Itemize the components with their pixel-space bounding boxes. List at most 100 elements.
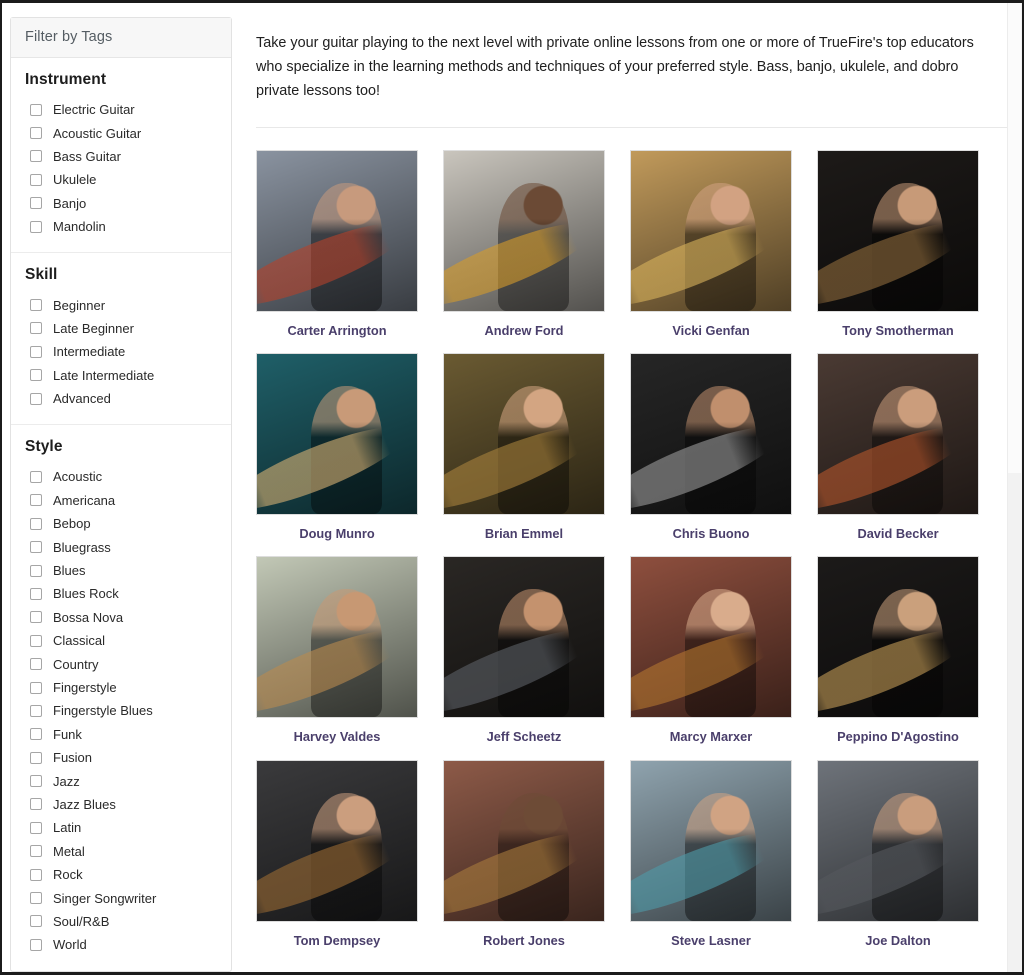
checkbox-icon[interactable] [30, 564, 42, 577]
filter-option-banjo[interactable]: Banjo [25, 192, 217, 215]
instructor-card[interactable]: Chris Buono [630, 352, 792, 556]
checkbox-icon[interactable] [30, 197, 42, 210]
checkbox-icon[interactable] [30, 775, 42, 788]
checkbox-icon[interactable] [30, 704, 42, 717]
instructor-card[interactable]: Joe Dalton [817, 759, 979, 963]
instructor-name-link[interactable]: Tony Smotherman [817, 312, 979, 353]
checkbox-icon[interactable] [30, 798, 42, 811]
instructor-card[interactable]: Tom Dempsey [256, 759, 418, 963]
filter-option-soul-r-b[interactable]: Soul/R&B [25, 910, 217, 933]
instructor-card[interactable]: Harvey Valdes [256, 556, 418, 759]
instructor-photo[interactable] [630, 556, 792, 719]
instructor-photo[interactable] [817, 556, 979, 719]
filter-option-fingerstyle-blues[interactable]: Fingerstyle Blues [25, 699, 217, 722]
checkbox-icon[interactable] [30, 634, 42, 647]
filter-option-ukulele[interactable]: Ukulele [25, 168, 217, 191]
checkbox-icon[interactable] [30, 150, 42, 163]
instructor-photo[interactable] [630, 352, 792, 515]
filter-option-bebop[interactable]: Bebop [25, 512, 217, 535]
checkbox-icon[interactable] [30, 658, 42, 671]
instructor-card[interactable]: Tony Smotherman [817, 149, 979, 353]
instructor-name-link[interactable]: Joe Dalton [817, 922, 979, 963]
instructor-photo[interactable] [256, 759, 418, 922]
filter-option-world[interactable]: World [25, 933, 217, 956]
checkbox-icon[interactable] [30, 127, 42, 140]
checkbox-icon[interactable] [30, 392, 42, 405]
instructor-name-link[interactable]: Vicki Genfan [630, 312, 792, 353]
instructor-name-link[interactable]: David Becker [817, 515, 979, 556]
checkbox-icon[interactable] [30, 868, 42, 881]
filter-option-bass-guitar[interactable]: Bass Guitar [25, 145, 217, 168]
filter-option-electric-guitar[interactable]: Electric Guitar [25, 98, 217, 121]
filter-option-blues[interactable]: Blues [25, 559, 217, 582]
instructor-photo[interactable] [630, 149, 792, 312]
filter-option-jazz[interactable]: Jazz [25, 769, 217, 792]
instructor-card[interactable]: Steve Lasner [630, 759, 792, 963]
checkbox-icon[interactable] [30, 470, 42, 483]
scrollbar-thumb[interactable] [1008, 3, 1021, 473]
checkbox-icon[interactable] [30, 299, 42, 312]
instructor-photo[interactable] [817, 759, 979, 922]
instructor-name-link[interactable]: Steve Lasner [630, 922, 792, 963]
filter-option-country[interactable]: Country [25, 652, 217, 675]
checkbox-icon[interactable] [30, 751, 42, 764]
filter-option-metal[interactable]: Metal [25, 840, 217, 863]
instructor-photo[interactable] [256, 556, 418, 719]
filter-option-acoustic-guitar[interactable]: Acoustic Guitar [25, 121, 217, 144]
instructor-card[interactable]: Vicki Genfan [630, 149, 792, 353]
filter-option-late-intermediate[interactable]: Late Intermediate [25, 364, 217, 387]
instructor-name-link[interactable]: Brian Emmel [443, 515, 605, 556]
instructor-name-link[interactable]: Harvey Valdes [256, 718, 418, 759]
filter-option-jazz-blues[interactable]: Jazz Blues [25, 793, 217, 816]
instructor-photo[interactable] [630, 759, 792, 922]
checkbox-icon[interactable] [30, 728, 42, 741]
checkbox-icon[interactable] [30, 322, 42, 335]
checkbox-icon[interactable] [30, 541, 42, 554]
filter-option-blues-rock[interactable]: Blues Rock [25, 582, 217, 605]
filter-option-fusion[interactable]: Fusion [25, 746, 217, 769]
checkbox-icon[interactable] [30, 345, 42, 358]
checkbox-icon[interactable] [30, 845, 42, 858]
instructor-photo[interactable] [256, 149, 418, 312]
instructor-name-link[interactable]: Carter Arrington [256, 312, 418, 353]
filter-option-late-beginner[interactable]: Late Beginner [25, 317, 217, 340]
instructor-card[interactable]: Doug Munro [256, 352, 418, 556]
filter-option-singer-songwriter[interactable]: Singer Songwriter [25, 886, 217, 909]
filter-option-latin[interactable]: Latin [25, 816, 217, 839]
checkbox-icon[interactable] [30, 369, 42, 382]
instructor-card[interactable]: Jeff Scheetz [443, 556, 605, 759]
instructor-photo[interactable] [256, 352, 418, 515]
instructor-card[interactable]: Brian Emmel [443, 352, 605, 556]
filter-option-mandolin[interactable]: Mandolin [25, 215, 217, 238]
checkbox-icon[interactable] [30, 517, 42, 530]
filter-option-advanced[interactable]: Advanced [25, 387, 217, 410]
instructor-name-link[interactable]: Tom Dempsey [256, 922, 418, 963]
instructor-photo[interactable] [443, 759, 605, 922]
instructor-card[interactable]: David Becker [817, 352, 979, 556]
filter-option-bluegrass[interactable]: Bluegrass [25, 535, 217, 558]
vertical-scrollbar[interactable] [1007, 3, 1022, 972]
filter-option-beginner[interactable]: Beginner [25, 293, 217, 316]
instructor-name-link[interactable]: Peppino D'Agostino [817, 718, 979, 759]
checkbox-icon[interactable] [30, 611, 42, 624]
instructor-name-link[interactable]: Chris Buono [630, 515, 792, 556]
instructor-photo[interactable] [443, 556, 605, 719]
filter-option-rock[interactable]: Rock [25, 863, 217, 886]
checkbox-icon[interactable] [30, 938, 42, 951]
instructor-name-link[interactable]: Andrew Ford [443, 312, 605, 353]
instructor-card[interactable]: Carter Arrington [256, 149, 418, 353]
filter-option-fingerstyle[interactable]: Fingerstyle [25, 676, 217, 699]
checkbox-icon[interactable] [30, 173, 42, 186]
instructor-photo[interactable] [817, 149, 979, 312]
filter-option-americana[interactable]: Americana [25, 489, 217, 512]
instructor-name-link[interactable]: Doug Munro [256, 515, 418, 556]
instructor-card[interactable]: Peppino D'Agostino [817, 556, 979, 759]
filter-option-bossa-nova[interactable]: Bossa Nova [25, 606, 217, 629]
checkbox-icon[interactable] [30, 220, 42, 233]
filter-option-funk[interactable]: Funk [25, 723, 217, 746]
checkbox-icon[interactable] [30, 681, 42, 694]
checkbox-icon[interactable] [30, 915, 42, 928]
instructor-card[interactable]: Marcy Marxer [630, 556, 792, 759]
filter-option-classical[interactable]: Classical [25, 629, 217, 652]
instructor-name-link[interactable]: Jeff Scheetz [443, 718, 605, 759]
